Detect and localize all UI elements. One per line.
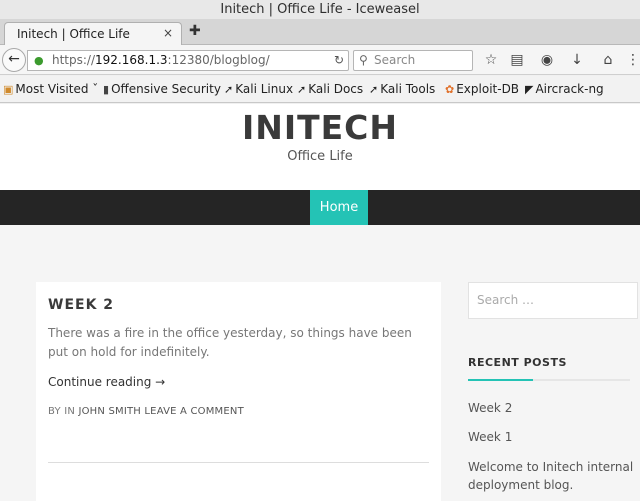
sidebar-search-placeholder: Search …	[477, 293, 535, 307]
recent-post-link[interactable]: Week 1	[468, 428, 636, 446]
url-path: :12380/blogblog/	[167, 53, 270, 67]
home-icon[interactable]: ⌂	[599, 52, 617, 68]
aircrack-icon: ◤	[525, 83, 534, 96]
kali-icon: ➚	[224, 83, 234, 96]
bookmark-offensive-security[interactable]: ▮ Offensive Security	[103, 82, 221, 96]
search-placeholder: Search	[374, 53, 416, 67]
search-icon: ⚲	[359, 53, 368, 67]
site-title[interactable]: INITECH	[0, 108, 640, 147]
recent-post-link[interactable]: Week 2	[468, 399, 636, 417]
window-title-bar: Initech | Office Life - Iceweasel	[0, 0, 640, 19]
post-divider	[48, 462, 429, 463]
bookmark-exploit-db[interactable]: ✿ Exploit-DB	[445, 82, 519, 96]
kali-icon: ➚	[297, 83, 307, 96]
post-excerpt: There was a fire in the office yesterday…	[48, 326, 412, 359]
menu-icon[interactable]: ⋮	[624, 52, 640, 68]
bookmark-kali-linux[interactable]: ➚ Kali Linux	[224, 82, 293, 96]
tab-title: Initech | Office Life	[17, 27, 130, 41]
navigation-bar: ← ● https://192.168.1.3:12380/blogblog/ …	[0, 45, 640, 75]
author-link[interactable]: JOHN SMITH	[78, 406, 141, 417]
reload-icon[interactable]: ↻	[334, 51, 344, 70]
site-menu-bar: Home	[0, 190, 640, 225]
web-page: INITECH Office Life Home WEEK 2 There wa…	[0, 104, 640, 501]
tab-strip: Initech | Office Life × ✚	[0, 19, 640, 46]
window-title: Initech | Office Life - Iceweasel	[220, 2, 420, 17]
meta-by: BY	[48, 406, 61, 417]
continue-reading-link[interactable]: Continue reading →	[48, 375, 165, 389]
new-tab-icon[interactable]: ✚	[189, 23, 201, 39]
back-button[interactable]: ←	[2, 48, 26, 72]
recent-posts-underline	[468, 379, 630, 381]
leave-comment-link[interactable]: LEAVE A COMMENT	[144, 406, 243, 417]
tab-initech[interactable]: Initech | Office Life ×	[4, 22, 182, 46]
recent-post-link[interactable]: Welcome to Initech internal deployment b…	[468, 458, 636, 494]
pocket-icon[interactable]: ◉	[538, 52, 556, 68]
bookmark-kali-tools[interactable]: ➚ Kali Tools	[369, 82, 435, 96]
site-header: INITECH Office Life	[0, 104, 640, 190]
url-bar[interactable]: ● https://192.168.1.3:12380/blogblog/ ↻	[27, 50, 349, 71]
bookmark-kali-docs[interactable]: ➚ Kali Docs	[297, 82, 363, 96]
lock-icon: ●	[34, 54, 44, 67]
post-card: WEEK 2 There was a fire in the office ye…	[36, 282, 441, 501]
chevron-down-icon: ˇ	[88, 82, 99, 96]
recent-posts-heading: RECENT POSTS	[468, 356, 567, 369]
exploitdb-icon: ✿	[445, 83, 455, 96]
folder-icon: ▣	[3, 83, 14, 96]
url-scheme: https://	[52, 53, 96, 67]
reading-list-icon[interactable]: ▤	[508, 52, 526, 68]
bookmark-most-visited[interactable]: ▣ Most Visited ˇ	[3, 82, 98, 96]
close-tab-icon[interactable]: ×	[163, 26, 173, 40]
bookmark-aircrack-ng[interactable]: ◤ Aircrack-ng	[525, 82, 604, 96]
kali-icon: ➚	[369, 83, 379, 96]
bookmark-star-icon[interactable]: ☆	[482, 52, 500, 68]
browser-search-input[interactable]: ⚲ Search	[353, 50, 473, 71]
meta-in: IN	[64, 406, 76, 417]
offsec-icon: ▮	[103, 83, 110, 96]
menu-item-home[interactable]: Home	[310, 190, 368, 225]
back-arrow-icon: ←	[8, 51, 20, 67]
downloads-icon[interactable]: ↓	[568, 52, 586, 68]
post-title[interactable]: WEEK 2	[48, 297, 114, 313]
post-meta: BY IN JOHN SMITH LEAVE A COMMENT	[48, 406, 244, 417]
site-description: Office Life	[287, 149, 353, 164]
url-host: 192.168.1.3	[95, 53, 168, 67]
sidebar-search-input[interactable]: Search …	[468, 282, 638, 319]
bookmarks-toolbar: ▣ Most Visited ˇ ▮ Offensive Security ➚ Kal…	[0, 76, 640, 103]
